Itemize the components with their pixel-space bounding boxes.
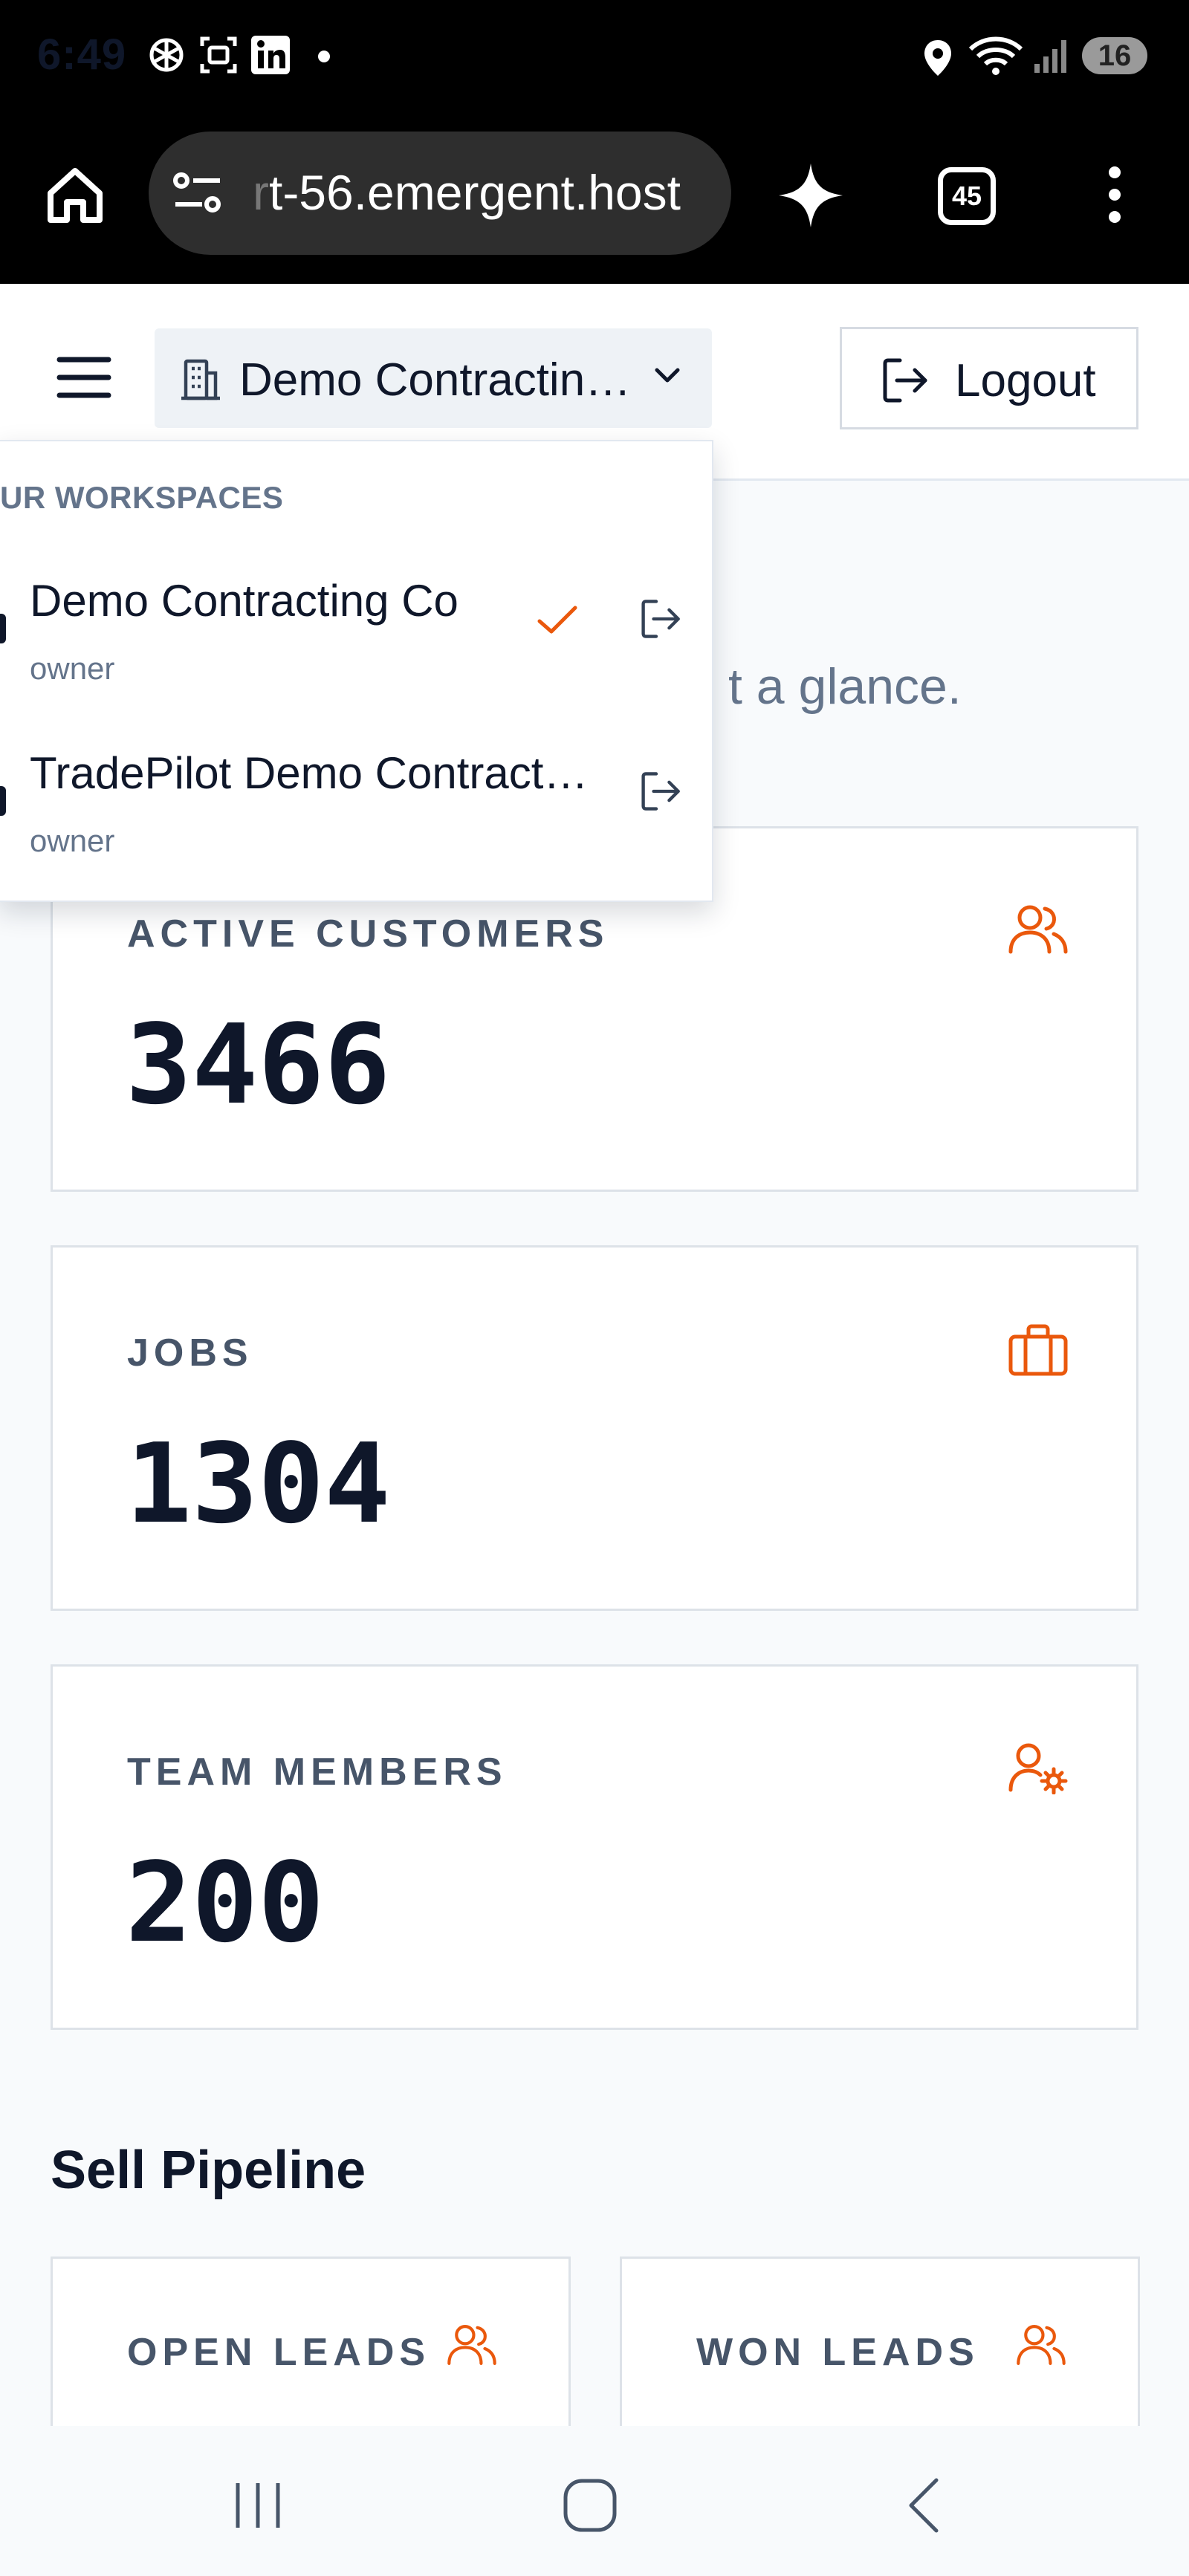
- logout-label: Logout: [955, 355, 1096, 406]
- stat-card-jobs: JOBS 1304: [51, 1245, 1138, 1611]
- logout-icon: [882, 357, 930, 403]
- pipeline-label: WON LEADS: [696, 2331, 979, 2374]
- address-bar[interactable]: rt-56.emergent.host: [149, 132, 731, 255]
- workspace-option-name: Demo Contracting Co: [30, 576, 459, 626]
- briefcase-icon: [1008, 1323, 1069, 1377]
- url-domain-text: t-56.emergent.host: [268, 165, 681, 220]
- status-time: 6:49: [37, 30, 127, 79]
- url-text[interactable]: rt-56.emergent.host: [253, 164, 681, 221]
- users-icon: [447, 2323, 497, 2367]
- recent-apps-icon[interactable]: [232, 2479, 284, 2532]
- workspace-option-tradepilot[interactable]: TradePilot Demo Contract… owner: [0, 718, 712, 890]
- dropdown-heading: UR WORKSPACES: [0, 480, 284, 515]
- workspace-option-role: owner: [30, 823, 115, 858]
- gemini-sparkle-icon[interactable]: [777, 162, 844, 229]
- stat-label: JOBS: [127, 1331, 253, 1375]
- more-notifications-dot-icon: [318, 51, 330, 62]
- stat-card-team-members: TEAM MEMBERS 200: [51, 1664, 1138, 2030]
- chatgpt-notification-icon: [146, 34, 187, 76]
- page-subtitle: t a glance.: [728, 658, 962, 715]
- check-icon: [537, 605, 578, 636]
- battery-indicator: 16: [1082, 37, 1147, 74]
- workspace-option-icon: [0, 614, 6, 643]
- section-title: Sell Pipeline: [51, 2141, 366, 2200]
- pipeline-label: OPEN LEADS: [127, 2331, 431, 2374]
- home-nav-icon[interactable]: [562, 2477, 618, 2534]
- stat-value: 200: [126, 1839, 325, 1967]
- home-icon[interactable]: [45, 165, 106, 226]
- tab-switcher-button[interactable]: 45: [938, 167, 996, 225]
- workspace-selector[interactable]: Demo Contractin…: [155, 328, 712, 428]
- location-icon: [920, 37, 956, 79]
- linkedin-notification-icon: [250, 34, 291, 76]
- back-nav-icon[interactable]: [905, 2476, 942, 2535]
- stat-value: 3466: [126, 1001, 391, 1129]
- users-icon: [1016, 2323, 1066, 2367]
- url-faded-text: r: [253, 165, 269, 220]
- users-icon: [1008, 903, 1069, 956]
- site-settings-icon[interactable]: [171, 170, 224, 216]
- workspace-option-demo-contracting[interactable]: Demo Contracting Co owner: [0, 545, 712, 718]
- logout-button[interactable]: Logout: [840, 327, 1138, 429]
- chevron-down-icon: [654, 367, 681, 385]
- workspace-name: Demo Contractin…: [239, 354, 632, 406]
- screenshot-notification-icon: [198, 34, 239, 76]
- workspace-option-icon: [0, 786, 6, 816]
- signal-icon: [1033, 37, 1075, 74]
- wifi-icon: [966, 33, 1026, 77]
- building-icon: [180, 357, 221, 401]
- user-gear-icon: [1008, 1741, 1069, 1794]
- hamburger-menu-icon[interactable]: [56, 355, 111, 400]
- leave-workspace-icon[interactable]: [641, 771, 682, 811]
- stat-label: TEAM MEMBERS: [127, 1751, 508, 1794]
- workspace-option-role: owner: [30, 651, 115, 686]
- workspace-option-name: TradePilot Demo Contract…: [30, 748, 589, 798]
- stat-label: ACTIVE CUSTOMERS: [127, 912, 609, 956]
- leave-workspace-icon[interactable]: [641, 599, 682, 639]
- browser-menu-icon[interactable]: [1101, 165, 1128, 224]
- stat-value: 1304: [126, 1420, 391, 1548]
- workspace-dropdown: UR WORKSPACES Demo Contracting Co owner …: [0, 440, 713, 902]
